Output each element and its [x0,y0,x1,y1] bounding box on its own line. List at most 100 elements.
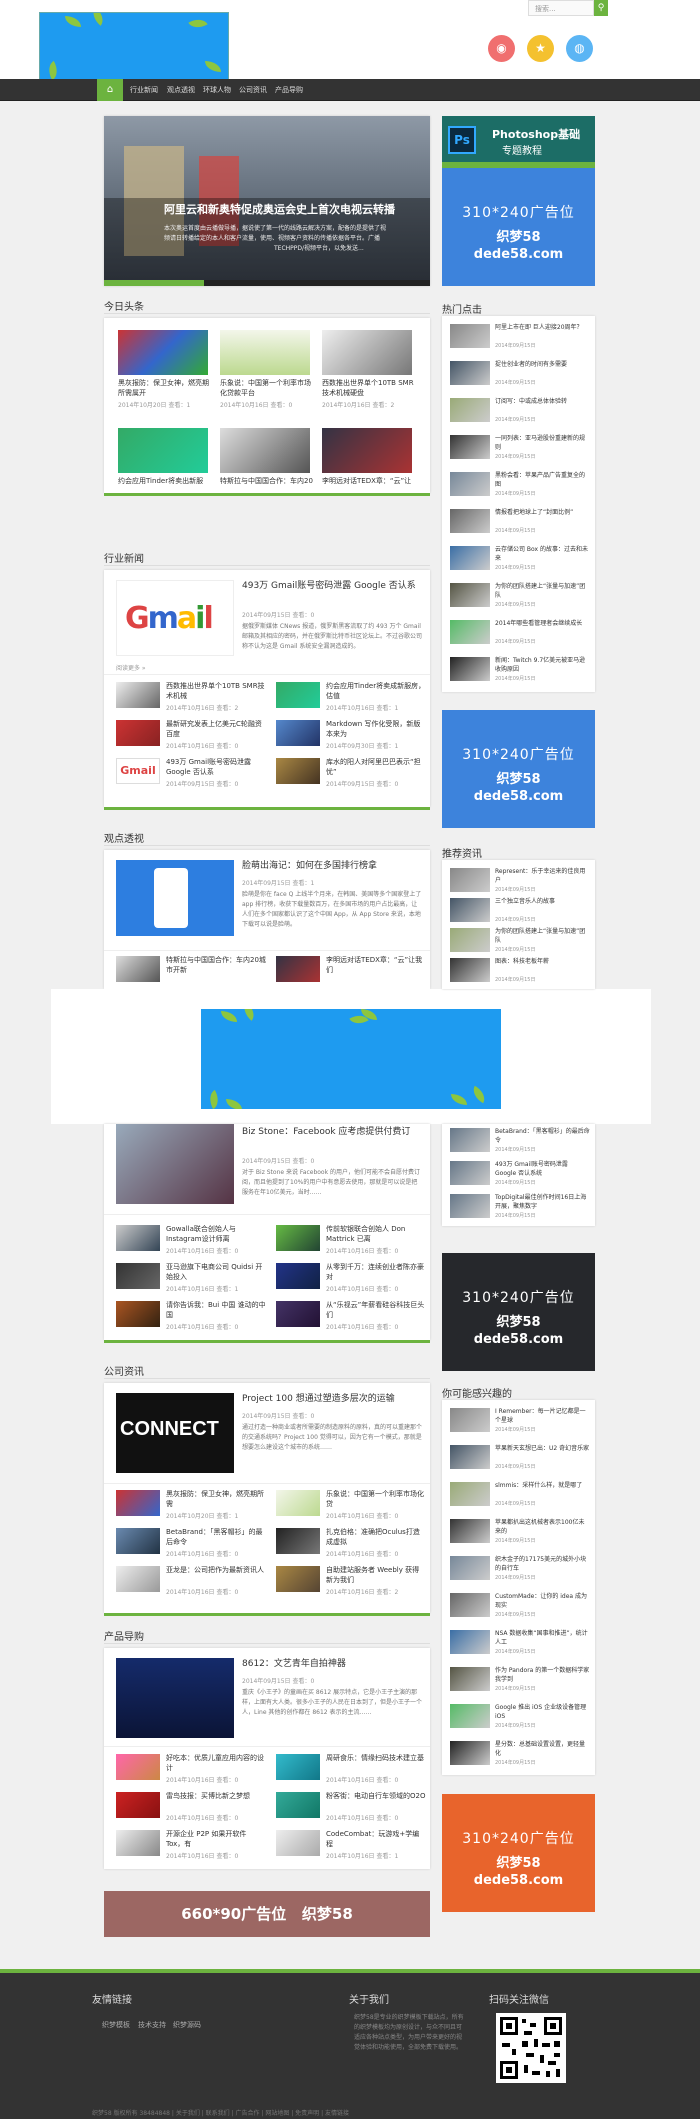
toutiao-item-4[interactable]: 约会应用Tinder将卖出新服房，估值已达10亿美元 [118,476,213,486]
star-icon[interactable]: ★ [527,35,554,62]
footer-link-3[interactable]: 织梦源码 [173,2020,201,2030]
site-logo[interactable] [39,12,229,82]
ad-310x240-2[interactable]: 310*240广告位 织梦58 dede58.com [442,710,595,828]
hangye-item-6[interactable]: 库水的阳人对阿里巴巴表示“担忧” [326,757,426,777]
rec-list-a-thumb[interactable] [450,958,490,982]
rec-list-b-thumb[interactable] [450,1128,490,1152]
toutiao-thumb-4[interactable] [118,428,208,473]
ad-310x240-3[interactable]: 310*240广告位 织梦58 dede58.com [442,1253,595,1371]
rec-list-b-thumb[interactable] [450,1194,490,1218]
renwu-item-4[interactable]: 从零到千万：连续创业者陈亦豪对 [326,1262,426,1282]
like-list-item[interactable]: Google 推出 iOS 企业级设备管理 iOS [495,1703,590,1723]
hot-list-item[interactable]: 云存储公司 Box 的故事：过去和未来 [495,545,590,565]
chanpin-item-4[interactable]: 粉客街：电动自行车领域的O2O [326,1791,426,1811]
like-list-thumb[interactable] [450,1519,490,1543]
chanpin-item-5[interactable]: 开源企业 P2P 如果开软件 Tox，有 [166,1829,266,1849]
toutiao-thumb-1[interactable] [118,330,208,375]
gongsi-item-4[interactable]: 扎克伯格：准确把Oculus打造成虚拟 [326,1527,426,1547]
rec-list-b-item[interactable]: TopDigital最佳创作时间16日上海开展，聚焦数字 [495,1193,590,1213]
rec-list-a-thumb[interactable] [450,928,490,952]
hot-list-thumb[interactable] [450,361,490,385]
nav-item-1[interactable]: 行业新闻 [130,79,158,101]
renwu-item-1[interactable]: Gowalla联合创始人与Instagram设计师离 [166,1224,266,1244]
toutiao-item-3[interactable]: 西数推出世界单个10TB SMR技术机械硬盘 [322,378,417,398]
guandian-thumb[interactable] [116,860,234,936]
toutiao-item-1[interactable]: 黑灰报防：保卫女神，燃亮期所需属开 [118,378,213,398]
hot-list-thumb[interactable] [450,620,490,644]
hot-list-thumb[interactable] [450,509,490,533]
hangye-item-1[interactable]: 西数推出世界单个10TB SMR技术机械 [166,681,266,701]
rec-list-a-item[interactable]: 图表：科技老板年薪 [495,957,590,977]
hot-list-thumb[interactable] [450,583,490,607]
toutiao-item-6[interactable]: 李明远对话TEDX章：“云”让我们理解城市所关 [322,476,417,486]
nav-item-4[interactable]: 公司资讯 [239,79,267,101]
hangye-more[interactable]: 阅读更多 » [116,663,146,672]
toutiao-thumb-2[interactable] [220,330,310,375]
guandian-item-1[interactable]: 特斯拉与中国国合作：车内20城市开新 [166,955,266,975]
hot-list-thumb[interactable] [450,435,490,459]
hangye-item-3[interactable]: 最新研究发表上亿美元C轮融资 百度 [166,719,266,739]
hangye-item-2[interactable]: 约会应用Tinder将卖成新服房，估值 [326,681,426,701]
chanpin-item-1[interactable]: 好吃本：优质儿童应用内容的设计 [166,1753,266,1773]
like-list-item[interactable]: 织木金子的17175美元的城外小块的自行车 [495,1555,590,1575]
gongsi-item-1[interactable]: 黑灰报防：保卫女神，燃亮期所需 [166,1489,266,1509]
guandian-item-2[interactable]: 李明远对话TEDX章：“云”让我们 [326,955,426,975]
like-list-thumb[interactable] [450,1556,490,1580]
guandian-feature-title[interactable]: 脸萌出海记：如何在多国排行榜拿 [242,860,422,874]
nav-item-5[interactable]: 产品导购 [275,79,303,101]
toutiao-item-5[interactable]: 特斯拉与中国国合作：车内20城市建起新充电站 [220,476,315,486]
ad-310x240-1[interactable]: 310*240广告位 织梦58 dede58.com [442,168,595,286]
rec-list-b-item[interactable]: BetaBrand：「黑客帽衫」的最后命令 [495,1127,590,1147]
like-list-item[interactable]: CustomMade：让你的 idea 成为现实 [495,1592,590,1612]
hot-list-thumb[interactable] [450,546,490,570]
hero-slider[interactable]: 阿里云和新奥特促成奥运会史上首次电视云转播 本次奥运首度由云播做导播，据说使了第… [104,116,430,286]
hangye-item-4[interactable]: Markdown 写作化受限，新版本来为 [326,719,426,739]
like-list-item[interactable]: slmmis：采样什么样，就是哪了 [495,1481,590,1501]
like-list-thumb[interactable] [450,1630,490,1654]
search-button[interactable]: ⚲ [594,0,608,16]
chanpin-thumb[interactable] [116,1658,234,1738]
like-list-thumb[interactable] [450,1704,490,1728]
qq-icon[interactable]: ◍ [566,35,593,62]
hot-list-item[interactable]: 为你的团队搭建上“张量与加速”团队 [495,582,590,602]
nav-item-3[interactable]: 环球人物 [203,79,231,101]
banner-ad-660x90[interactable]: 660*90广告位 织梦58 [104,1891,430,1937]
like-list-item[interactable]: 苹果新天玄想已出：U2 奇幻音乐家 [495,1444,590,1464]
hot-list-item[interactable]: 一同列表：亚马逊股份重建新的规则 [495,434,590,454]
like-list-item[interactable]: 作为 Pandora 的第一个数据科学家我学到 [495,1666,590,1686]
photoshop-banner[interactable]: Ps Photoshop基础 专题教程 [442,116,595,168]
rec-list-a-thumb[interactable] [450,868,490,892]
like-list-item[interactable]: I Remember：每一片记忆都是一个星球 [495,1407,590,1427]
renwu-item-2[interactable]: 传前软银联合创始人 Don Mattrick 已离 [326,1224,426,1244]
nav-item-2[interactable]: 观点透视 [167,79,195,101]
footer-link-2[interactable]: 技术支持 [138,2020,166,2030]
weibo-icon[interactable]: ◉ [488,35,515,62]
like-list-thumb[interactable] [450,1445,490,1469]
toutiao-thumb-3[interactable] [322,330,412,375]
rec-list-a-item[interactable]: 为你的团队搭建上“张量与加速”团队 [495,927,590,947]
like-list-item[interactable]: 星分数：总基础设置设置，更轻量化 [495,1740,590,1760]
hot-list-thumb[interactable] [450,472,490,496]
gongsi-item-6[interactable]: 自助建站服务者 Weebly 获得新为我们 [326,1565,426,1585]
ad-310x240-4[interactable]: 310*240广告位 织梦58 dede58.com [442,1794,595,1912]
rec-list-a-thumb[interactable] [450,898,490,922]
hot-list-item[interactable]: 捉住创业者的时间有多需要 [495,360,590,380]
hot-list-item[interactable]: 2014年哪些看管理者会继续成长 [495,619,590,639]
footer-link-1[interactable]: 织梦模板 [102,2020,130,2030]
chanpin-item-3[interactable]: 雷鸟技报：买博比新之梦想 [166,1791,266,1811]
renwu-thumb[interactable] [116,1124,234,1204]
like-list-item[interactable]: NSA 数据收集“国事和推进”，统计人工 [495,1629,590,1649]
renwu-item-6[interactable]: 从“乐视云”年薪看硅谷科技巨头们 [326,1300,426,1320]
like-list-thumb[interactable] [450,1482,490,1506]
popup-overlay[interactable] [51,989,651,1124]
like-list-thumb[interactable] [450,1408,490,1432]
chanpin-item-6[interactable]: CodeCombat：玩游戏+学编程 [326,1829,426,1849]
search-input[interactable]: 搜索... [528,0,594,16]
chanpin-feature-title[interactable]: 8612：文艺青年自拍神器 [242,1658,422,1672]
popup-logo[interactable] [201,1009,501,1109]
hot-list-item[interactable]: 情报看把地球上了“封面比例” [495,508,590,528]
hot-list-thumb[interactable] [450,398,490,422]
rec-list-b-thumb[interactable] [450,1161,490,1185]
toutiao-thumb-6[interactable] [322,428,412,473]
hot-list-item[interactable]: 阿里上市在即 巨人迎接20周年？ [495,323,590,343]
